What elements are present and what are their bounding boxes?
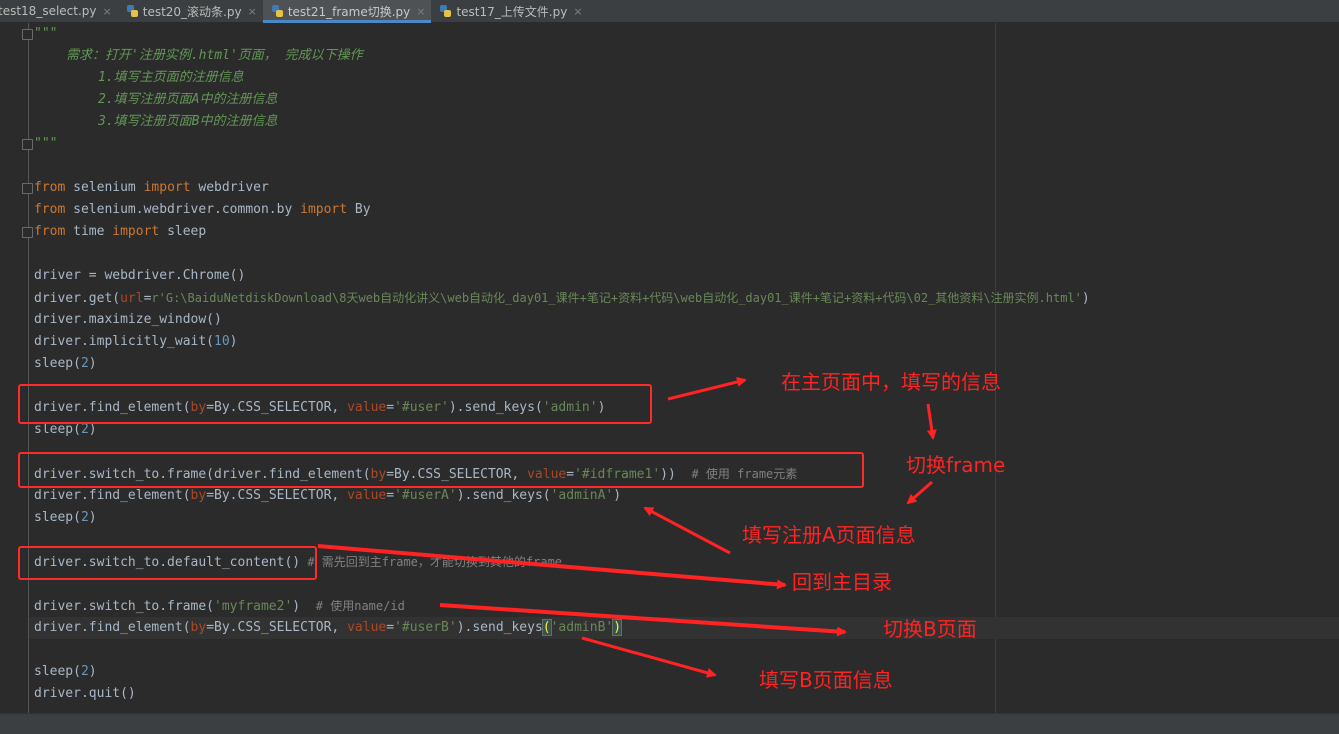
annotation-back-main: 回到主目录 (792, 570, 892, 594)
annotation-arrows (317, 377, 937, 678)
arrow-to-fill-a-note (906, 480, 933, 505)
annotation-fill-b: 填写B页面信息 (759, 668, 893, 692)
arrow-down-to-switch-frame (926, 403, 937, 440)
annotation-main-page: 在主页面中，填写的信息 (781, 370, 1001, 394)
annotation-fill-a: 填写注册A页面信息 (742, 523, 916, 547)
annotation-switch-frame: 切换frame (906, 453, 1006, 477)
arrow-to-main-page-note (667, 377, 747, 401)
arrow-to-userA-line (643, 506, 731, 555)
arrow-to-back-main-note (317, 544, 787, 590)
arrow-to-switch-b-note (439, 603, 847, 637)
arrow-to-fill-b-note (581, 636, 717, 678)
annotation-switch-b: 切换B页面 (883, 617, 977, 641)
